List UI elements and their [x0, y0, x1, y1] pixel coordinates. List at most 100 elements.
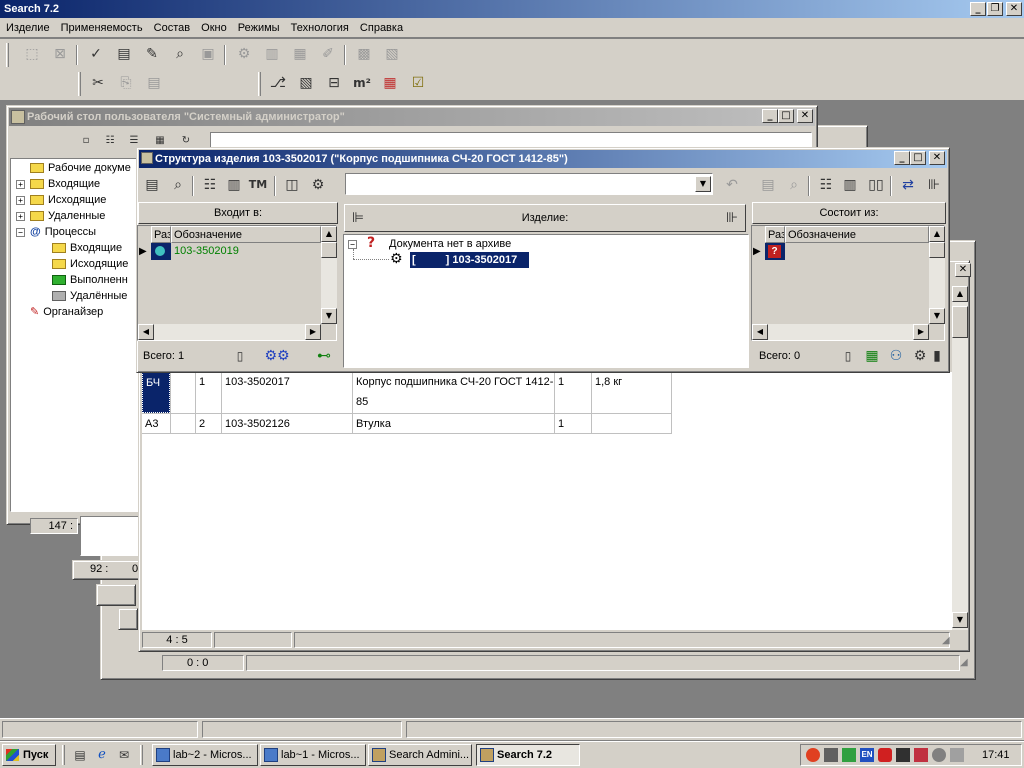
- menu-item-composition[interactable]: Состав: [150, 19, 194, 37]
- expand-icon[interactable]: +: [16, 196, 25, 205]
- small-icons-icon[interactable]: ▫: [74, 130, 98, 152]
- structure-window-maximize[interactable]: □: [910, 151, 926, 165]
- gear-icon[interactable]: ⚙: [232, 43, 256, 65]
- group-icon[interactable]: ⚇: [884, 345, 908, 367]
- show-desktop-icon[interactable]: ▤: [70, 744, 90, 766]
- spec-cell-designation[interactable]: 103-3502126: [222, 414, 352, 434]
- save-icon[interactable]: ▦: [288, 43, 312, 65]
- task-lab2[interactable]: lab~2 - Micros...: [152, 744, 258, 766]
- tree-item-proc-incoming[interactable]: Входящие: [52, 240, 122, 256]
- menu-item-technology[interactable]: Технология: [287, 19, 353, 37]
- area-button[interactable]: m²: [350, 72, 374, 94]
- expand-icon[interactable]: +: [16, 180, 25, 189]
- column-header-section[interactable]: Раз: [765, 226, 785, 243]
- tree-collapse-icon[interactable]: ⊪: [720, 207, 744, 229]
- pencil-icon[interactable]: ✐: [316, 43, 340, 65]
- check-icon[interactable]: ✓: [84, 43, 108, 65]
- checklist-icon[interactable]: ☑: [406, 72, 430, 94]
- tray-app-icon[interactable]: [914, 748, 928, 762]
- tree-selected-item[interactable]: [] 103-3502017: [410, 252, 529, 268]
- palette-icon[interactable]: ▦: [378, 72, 402, 94]
- scroll-down-button[interactable]: ▼: [952, 612, 968, 628]
- scroll-thumb[interactable]: [929, 242, 945, 258]
- search-icon[interactable]: ⌕: [782, 174, 806, 196]
- column-header-designation[interactable]: Обозначение: [785, 226, 929, 243]
- collapse-icon[interactable]: −: [16, 228, 25, 237]
- tree-item-outgoing[interactable]: Исходящие: [30, 192, 106, 208]
- archive-filter-select[interactable]: [345, 173, 713, 195]
- link-icon[interactable]: ⊷: [312, 345, 336, 367]
- spec-cell-name[interactable]: Корпус подшипника СЧ-20 ГОСТ 1412-: [353, 372, 554, 392]
- spec-cell-qty[interactable]: 1: [555, 372, 591, 392]
- tray-network-icon[interactable]: [824, 748, 838, 762]
- spec-cell-note[interactable]: 1,8 кг: [592, 372, 672, 392]
- settings-icon[interactable]: ⚙: [306, 174, 330, 196]
- more-icon[interactable]: ▮: [930, 345, 944, 367]
- tm-icon[interactable]: TM: [246, 174, 270, 196]
- app-restore-button[interactable]: ❐: [987, 2, 1003, 16]
- ie-icon[interactable]: ℯ: [92, 744, 112, 766]
- desktop-window-maximize[interactable]: □: [778, 109, 794, 123]
- structure-window-minimize[interactable]: _: [894, 151, 910, 165]
- properties-icon[interactable]: ▤: [112, 43, 136, 65]
- compare-icon[interactable]: ▯▯: [864, 174, 888, 196]
- spec-cell-name[interactable]: Втулка: [353, 414, 554, 434]
- tree-item-work-docs[interactable]: Рабочие докуме: [30, 160, 131, 176]
- cube-icon[interactable]: ◫: [280, 174, 304, 196]
- task-search-admin[interactable]: Search Admini...: [368, 744, 472, 766]
- scroll-left-button[interactable]: ◀: [138, 324, 154, 340]
- start-button[interactable]: Пуск: [2, 744, 56, 766]
- tree-root-item[interactable]: Документа нет в архиве: [389, 236, 511, 252]
- page-icon[interactable]: ▯: [228, 345, 252, 367]
- page-icon[interactable]: ▯: [836, 345, 860, 367]
- desktop-window-minimize[interactable]: _: [762, 109, 778, 123]
- tray-acrobat-icon[interactable]: [878, 748, 892, 762]
- spec-cell-pos[interactable]: 1: [196, 372, 220, 392]
- scroll-up-button[interactable]: ▲: [952, 286, 968, 302]
- toolbar-grip[interactable]: [6, 43, 9, 67]
- document-icon[interactable]: ▥: [260, 43, 284, 65]
- outlook-icon[interactable]: ✉: [114, 744, 134, 766]
- structure-window-close[interactable]: ✕: [929, 151, 945, 165]
- task-lab1[interactable]: lab~1 - Micros...: [260, 744, 366, 766]
- app-close-button[interactable]: ✕: [1006, 2, 1022, 16]
- tray-excel-icon[interactable]: [842, 748, 856, 762]
- spec-icon[interactable]: ▥: [838, 174, 862, 196]
- menu-item-help[interactable]: Справка: [356, 19, 407, 37]
- menu-item-product[interactable]: Изделие: [2, 19, 54, 37]
- scroll-thumb[interactable]: [321, 242, 337, 258]
- scroll-up-button[interactable]: ▲: [321, 226, 337, 242]
- archive-icon[interactable]: ▧: [380, 43, 404, 65]
- tree-item-proc-done[interactable]: Выполненн: [52, 272, 128, 288]
- spec-cell-format-selected[interactable]: БЧ: [142, 372, 170, 413]
- scroll-thumb[interactable]: [952, 306, 968, 338]
- delete-icon[interactable]: ⊠: [48, 43, 72, 65]
- spec-icon[interactable]: ▥: [222, 174, 246, 196]
- cut-icon[interactable]: ✂: [86, 72, 110, 94]
- gear-icon[interactable]: ⚙: [908, 345, 932, 367]
- toolbar-grip[interactable]: [78, 72, 81, 96]
- scroll-left-button[interactable]: ◀: [752, 324, 768, 340]
- undo-icon[interactable]: ↶: [720, 174, 744, 196]
- parent-row-designation[interactable]: 103-3502019: [171, 243, 321, 260]
- resize-grip[interactable]: ◢: [942, 636, 952, 646]
- tree-item-proc-outgoing[interactable]: Исходящие: [52, 256, 128, 272]
- attributes-icon[interactable]: ☷: [198, 174, 222, 196]
- spec-window-close[interactable]: ✕: [955, 263, 971, 277]
- spec-cell-pos[interactable]: 2: [196, 414, 220, 434]
- tree-item-incoming[interactable]: Входящие: [30, 176, 100, 192]
- chevron-down-icon[interactable]: ▼: [695, 176, 711, 192]
- column-header-designation[interactable]: Обозначение: [171, 226, 321, 243]
- edit-icon[interactable]: ✎: [140, 43, 164, 65]
- left-hscroll[interactable]: [138, 324, 321, 340]
- right-hscroll[interactable]: [752, 324, 929, 340]
- tray-language-icon[interactable]: EN: [860, 748, 874, 762]
- desktop-window-close[interactable]: ✕: [797, 109, 813, 123]
- tray-gear-icon[interactable]: [932, 748, 946, 762]
- scroll-right-button[interactable]: ▶: [913, 324, 929, 340]
- column-header-section[interactable]: Раз: [151, 226, 171, 243]
- scroll-down-button[interactable]: ▼: [321, 308, 337, 324]
- list-view-icon[interactable]: ☷: [98, 130, 122, 152]
- gears-icon[interactable]: ⚙⚙: [256, 345, 298, 367]
- menu-item-window[interactable]: Окно: [197, 19, 231, 37]
